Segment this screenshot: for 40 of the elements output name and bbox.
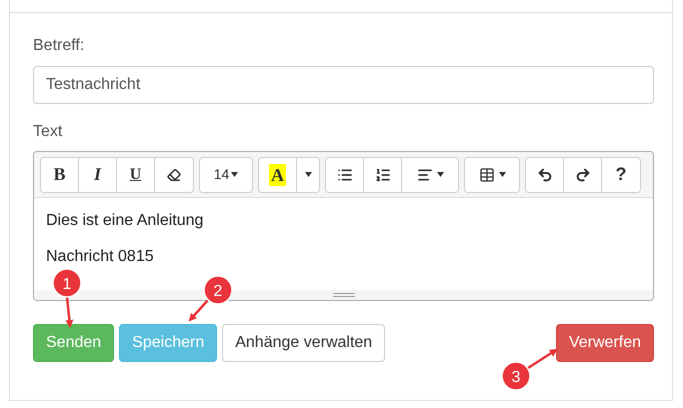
text-label: Text	[33, 122, 64, 142]
callout-arrow	[188, 299, 209, 322]
eraser-icon	[167, 168, 181, 182]
redo-button[interactable]	[564, 158, 602, 192]
caret-icon	[304, 172, 312, 177]
italic-button[interactable]: I	[79, 158, 117, 192]
numbered-list-icon	[374, 166, 390, 182]
grip-icon	[332, 293, 354, 297]
color-dropdown-button[interactable]	[297, 158, 319, 192]
subject-label: Betreff:	[33, 36, 86, 56]
editor-paragraph: Nachricht 0815	[46, 247, 155, 267]
callout-arrow	[65, 296, 74, 328]
discard-button[interactable]: Verwerfen	[556, 324, 654, 362]
align-left-icon	[416, 166, 432, 182]
undo-button[interactable]	[526, 158, 564, 192]
caret-icon	[231, 172, 238, 177]
numbered-list-button[interactable]	[364, 158, 402, 192]
subject-field[interactable]: Testnachricht	[33, 66, 654, 104]
highlight-button[interactable]: A	[259, 158, 297, 192]
table-icon	[478, 166, 494, 182]
highlight-letter: A	[269, 164, 286, 186]
attachments-button[interactable]: Anhänge verwalten	[222, 324, 386, 362]
callout-marker: 1	[52, 268, 82, 298]
underline-button[interactable]: U	[117, 158, 155, 192]
font-size-value: 14	[214, 165, 230, 184]
bold-button[interactable]: B	[41, 158, 79, 192]
help-button[interactable]: ?	[602, 158, 640, 192]
align-dropdown[interactable]	[402, 158, 458, 192]
callout-marker: 3	[501, 361, 531, 391]
undo-icon	[536, 166, 552, 182]
bullet-list-icon	[336, 166, 352, 182]
caret-icon	[498, 172, 506, 177]
eraser-button[interactable]	[155, 158, 193, 192]
editor-paragraph: Dies ist eine Anleitung	[46, 211, 204, 231]
caret-icon	[436, 172, 444, 177]
callout-arrow	[527, 348, 558, 370]
bullet-list-button[interactable]	[326, 158, 364, 192]
callout-marker: 2	[203, 275, 233, 305]
redo-icon	[574, 166, 590, 182]
font-size-dropdown[interactable]: 14	[200, 158, 252, 192]
